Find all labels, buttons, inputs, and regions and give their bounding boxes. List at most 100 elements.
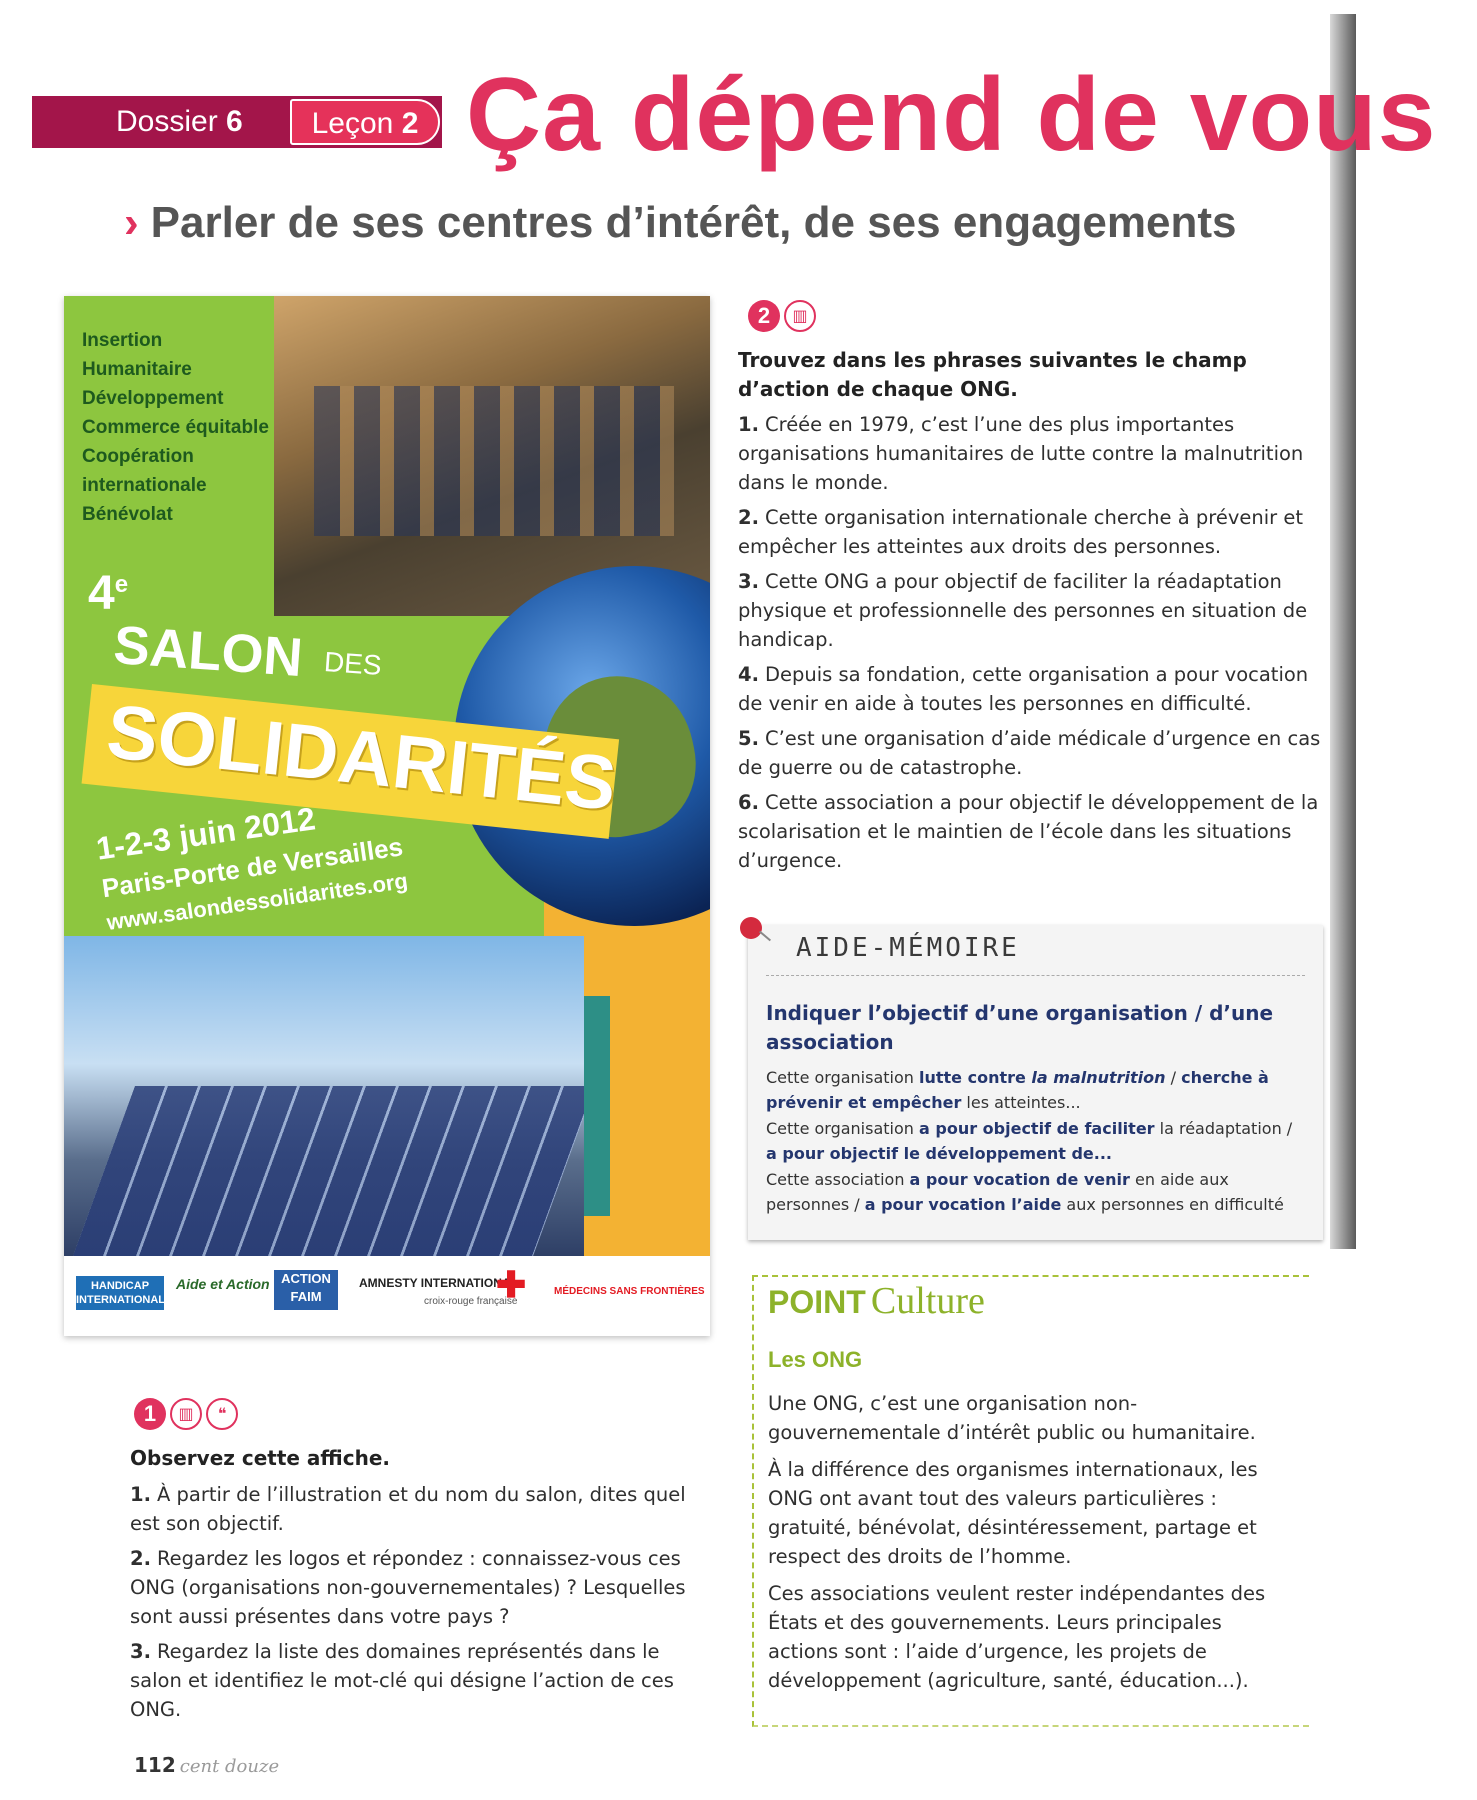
exercise-item: 5. C’est une organisation d’aide médicale… — [738, 724, 1328, 782]
item-number: 1. — [738, 413, 759, 436]
item-text: Créée en 1979, c’est l’une des plus impo… — [738, 413, 1304, 494]
item-number: 2. — [738, 506, 759, 529]
exercise-2-title: Trouvez dans les phrases suivantes le ch… — [738, 348, 1247, 401]
chevron-right-icon: › — [124, 198, 139, 247]
plain-text: Cette association — [766, 1170, 910, 1189]
plain-text: Cette organisation — [766, 1119, 919, 1138]
push-pin-icon — [740, 917, 762, 939]
plain-text: / — [1165, 1068, 1182, 1087]
aide-memoire-label: AIDE-MÉMOIRE — [796, 933, 1020, 963]
lecon-number: 2 — [401, 107, 419, 140]
aide-memoire-line: Cette organisation lutte contre la malnu… — [766, 1065, 1306, 1115]
item-text: Regardez la liste des domaines représent… — [130, 1640, 674, 1721]
handicap-international-logo: HANDICAP INTERNATIONAL — [76, 1276, 165, 1310]
culture-paragraph: À la différence des organismes internati… — [768, 1458, 1258, 1568]
lesson-objective: › Parler de ses centres d’intérêt, de ses… — [124, 198, 1236, 248]
culture-paragraph: Ces associations veulent rester indépend… — [768, 1582, 1266, 1692]
key-phrase: a pour objectif le développement de... — [766, 1144, 1112, 1163]
exercise-item: 2. Regardez les logos et répondez : conna… — [130, 1544, 710, 1631]
key-phrase: a pour vocation l’aide — [864, 1195, 1062, 1214]
key-phrase: a pour vocation de venir — [909, 1170, 1130, 1189]
lecon-badge: Leçon 2 — [290, 99, 440, 145]
culture-word: Culture — [870, 1280, 985, 1322]
page-number-words: cent douze — [179, 1756, 280, 1777]
msf-logo: MÉDECINS SANS FRONTIÈRES — [554, 1286, 705, 1297]
aide-memoire-divider — [766, 975, 1305, 976]
poster-edition: 4e — [88, 566, 128, 621]
exercise-item: 2. Cette organisation internationale cher… — [738, 503, 1328, 561]
domain-item: Développement — [82, 388, 224, 409]
speech-bubbles-icon: ❝ — [206, 1398, 238, 1430]
edition-sup: e — [114, 571, 129, 598]
exercise-number-badge: 1 — [134, 1398, 166, 1430]
domain-item: Commerce équitable — [82, 417, 269, 438]
amnesty-international-logo: AMNESTY INTERNATIONAL — [359, 1276, 518, 1290]
plain-text: Cette organisation — [766, 1068, 919, 1087]
exercise-item: 1. Créée en 1979, c’est l’une des plus im… — [738, 410, 1328, 497]
item-number: 1. — [130, 1483, 151, 1506]
poster-event-info: 1-2-3 juin 2012 Paris-Porte de Versaille… — [94, 789, 409, 936]
exercise-2-icons: 2 ▥ — [748, 300, 816, 332]
item-number: 4. — [738, 663, 759, 686]
exercise-number-badge: 2 — [748, 300, 780, 332]
aide-memoire-box: AIDE-MÉMOIRE Indiquer l’objectif d’une o… — [740, 917, 1323, 1240]
salon-poster: Insertion Humanitaire Développement Comm… — [64, 296, 710, 1336]
domain-item: Bénévolat — [82, 504, 173, 525]
plain-text: aux personnes en difficulté — [1061, 1195, 1284, 1214]
item-text: Regardez les logos et répondez : connais… — [130, 1547, 686, 1628]
point-culture-body: Une ONG, c’est une organisation non-gouv… — [768, 1389, 1298, 1703]
item-number: 5. — [738, 727, 759, 750]
lecon-label: Leçon — [311, 107, 394, 140]
domain-item: Coopération — [82, 446, 194, 467]
poster-des-word: DES — [323, 646, 383, 681]
exercise-item: 1. À partir de l’illustration et du nom d… — [130, 1480, 710, 1538]
exercise-item: 4. Depuis sa fondation, cette organisatio… — [738, 660, 1328, 718]
poster-domains-list: Insertion Humanitaire Développement Comm… — [82, 326, 269, 529]
key-phrase: lutte contre — [919, 1068, 1032, 1087]
item-number: 2. — [130, 1547, 151, 1570]
book-icon: ▥ — [170, 1398, 202, 1430]
red-cross-icon: ✚ — [496, 1264, 527, 1305]
plain-text: la réadaptation / — [1154, 1119, 1293, 1138]
dossier-badge: Dossier 6 — [116, 100, 243, 144]
exercise-item: 6. Cette association a pour objectif le d… — [738, 788, 1328, 875]
item-text: Cette association a pour objectif le dév… — [738, 791, 1319, 872]
dossier-label: Dossier — [116, 105, 218, 138]
item-text: Depuis sa fondation, cette organisation … — [738, 663, 1309, 715]
point-culture-title: POINT Culture — [768, 1279, 985, 1323]
domain-item: internationale — [82, 475, 207, 496]
culture-paragraph: Une ONG, c’est une organisation non-gouv… — [768, 1392, 1256, 1444]
item-text: Cette organisation internationale cherch… — [738, 506, 1303, 558]
ngo-logos-strip: HANDICAP INTERNATIONAL Aide et Action AC… — [64, 1256, 710, 1336]
item-text: À partir de l’illustration et du nom du … — [130, 1483, 686, 1535]
exercise-1-items: 1. À partir de l’illustration et du nom d… — [130, 1480, 710, 1730]
aide-et-action-logo: Aide et Action — [176, 1276, 270, 1292]
key-phrase: a pour objectif de faciliter — [919, 1119, 1155, 1138]
point-word: POINT — [768, 1284, 866, 1320]
point-culture-box: POINT Culture Les ONG Une ONG, c’est une… — [752, 1275, 1309, 1727]
aide-memoire-lines: Cette organisation lutte contre la malnu… — [766, 1065, 1306, 1218]
page-number: 112 cent douze — [134, 1753, 279, 1777]
exercise-item: 3. Regardez la liste des domaines représe… — [130, 1637, 710, 1724]
lesson-objective-text: Parler de ses centres d’intérêt, de ses … — [150, 198, 1237, 247]
page-number-digits: 112 — [134, 1753, 176, 1777]
page-edge-shadow — [1330, 14, 1356, 1249]
aide-memoire-line: Cette organisation a pour objectif de fa… — [766, 1116, 1306, 1166]
item-number: 3. — [130, 1640, 151, 1663]
aide-memoire-heading: Indiquer l’objectif d’une organisation /… — [766, 1001, 1274, 1054]
plain-text: les atteintes... — [961, 1093, 1081, 1112]
item-number: 3. — [738, 570, 759, 593]
solar-panels-photo — [64, 936, 584, 1256]
aide-memoire-line: Cette association a pour vocation de ven… — [766, 1167, 1306, 1217]
point-culture-subtitle: Les ONG — [768, 1347, 863, 1372]
action-contre-la-faim-logo: ACTION FAIM — [274, 1270, 338, 1310]
exercise-item: 3. Cette ONG a pour objectif de faciliter… — [738, 567, 1328, 654]
domain-item: Humanitaire — [82, 359, 192, 380]
exercise-1-title: Observez cette affiche. — [130, 1446, 390, 1470]
page-title: Ça dépend de vous — [466, 57, 1437, 173]
domain-item: Insertion — [82, 330, 163, 351]
item-number: 6. — [738, 791, 759, 814]
exercise-2-items: 1. Créée en 1979, c’est l’une des plus im… — [738, 410, 1328, 881]
water-pump-image — [584, 996, 610, 1216]
item-text: Cette ONG a pour objectif de faciliter l… — [738, 570, 1308, 651]
